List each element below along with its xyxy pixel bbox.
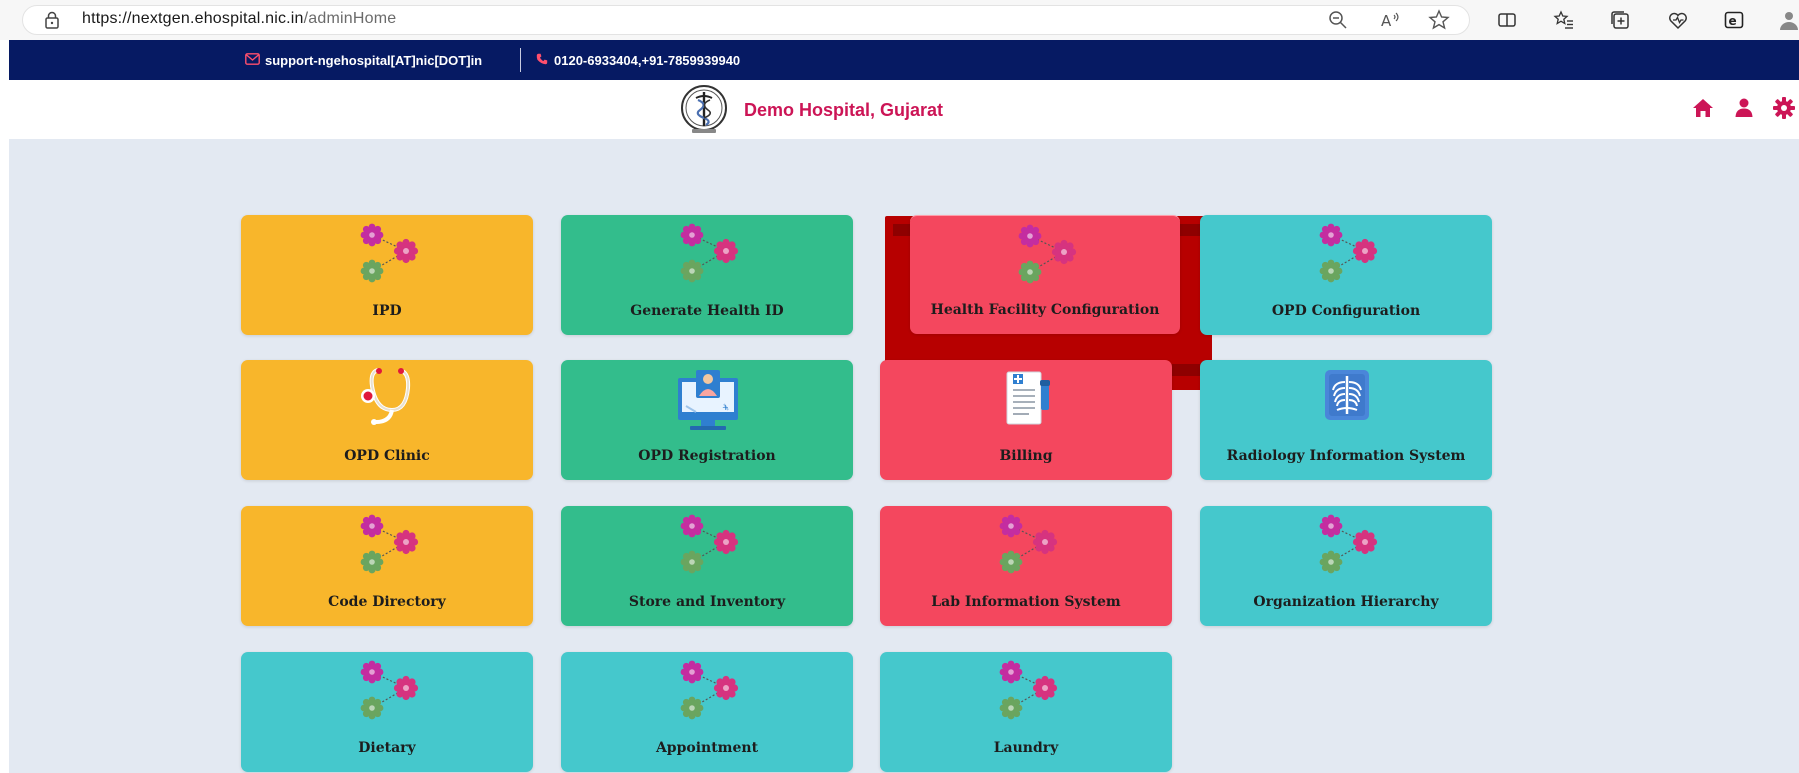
split-screen-icon[interactable]	[1496, 9, 1518, 31]
support-phone-text: 0120-6933404,+91-7859939940	[554, 53, 741, 68]
module-tile-opd-registration[interactable]: + OPD Registration	[561, 360, 853, 480]
address-url[interactable]: https://nextgen.ehospital.nic.in/adminHo…	[82, 10, 396, 28]
gears-icon	[672, 221, 744, 289]
module-tile-label: Code Directory	[328, 594, 446, 610]
module-tile-lab-information-system[interactable]: Lab Information System	[880, 506, 1172, 626]
module-tile-opd-clinic[interactable]: OPD Clinic	[241, 360, 533, 480]
ie-mode-icon[interactable]: e	[1723, 9, 1745, 31]
module-tile-laundry[interactable]: Laundry	[880, 652, 1172, 772]
module-tile-store-and-inventory[interactable]: Store and Inventory	[561, 506, 853, 626]
envelope-icon	[245, 53, 260, 68]
lock-icon[interactable]	[44, 11, 60, 29]
phone-icon	[536, 53, 548, 68]
module-tile-code-directory[interactable]: Code Directory	[241, 506, 533, 626]
svg-text:e: e	[1729, 14, 1737, 28]
home-icon[interactable]	[1691, 96, 1715, 120]
url-path: /adminHome	[303, 10, 397, 27]
gears-icon	[1311, 221, 1383, 289]
module-tile-generate-health-id[interactable]: Generate Health ID	[561, 215, 853, 335]
module-tile-label: OPD Registration	[638, 448, 776, 464]
module-tile-label: Lab Information System	[931, 594, 1121, 610]
read-aloud-icon[interactable]: A	[1379, 9, 1401, 31]
gears-icon	[672, 658, 744, 726]
settings-gear-icon[interactable]	[1772, 96, 1796, 120]
module-tile-label: Organization Hierarchy	[1253, 594, 1439, 610]
module-tile-label: Store and Inventory	[628, 594, 786, 610]
module-tile-label: Radiology Information System	[1226, 448, 1466, 464]
module-grid: IPD Generate Health ID Health Facility Con…	[9, 139, 1799, 773]
module-tile-organization-hierarchy[interactable]: Organization Hierarchy	[1200, 506, 1492, 626]
profile-avatar-icon[interactable]	[1778, 9, 1799, 31]
hospital-header: Demo Hospital, Gujarat	[9, 80, 1799, 139]
module-tile-label: IPD	[372, 303, 402, 319]
svg-text:+: +	[722, 403, 729, 412]
hospital-emblem-logo	[678, 84, 730, 136]
gears-icon	[672, 512, 744, 580]
gears-icon	[1311, 512, 1383, 580]
module-tile-label: Health Facility Configuration	[930, 302, 1160, 318]
module-tile-label: Billing	[999, 448, 1053, 464]
module-tile-opd-configuration[interactable]: OPD Configuration	[1200, 215, 1492, 335]
page: support-ngehospital[AT]nic[DOT]in 0120-6…	[9, 40, 1799, 773]
collections-icon[interactable]	[1609, 9, 1631, 31]
divider	[520, 48, 521, 72]
gears-icon	[352, 512, 424, 580]
module-tile-label: OPD Clinic	[344, 448, 430, 464]
gears-icon	[352, 658, 424, 726]
gears-icon	[991, 658, 1063, 726]
module-tile-label: Generate Health ID	[630, 303, 784, 319]
module-tile-radiology-information-system[interactable]: Radiology Information System	[1200, 360, 1492, 480]
module-tile-label: Appointment	[655, 740, 759, 756]
module-tile-billing[interactable]: Billing	[880, 360, 1172, 480]
svg-text:A: A	[1381, 12, 1392, 30]
url-host: https://nextgen.ehospital.nic.in	[82, 10, 304, 27]
support-phone[interactable]: 0120-6933404,+91-7859939940	[536, 53, 740, 68]
module-tile-health-facility-configuration[interactable]: Health Facility Configuration	[910, 215, 1180, 334]
contact-bar: support-ngehospital[AT]nic[DOT]in 0120-6…	[9, 40, 1799, 80]
browser-essentials-icon[interactable]	[1667, 9, 1689, 31]
support-email[interactable]: support-ngehospital[AT]nic[DOT]in	[245, 53, 482, 68]
favorite-star-icon[interactable]	[1428, 9, 1450, 31]
zoom-out-icon[interactable]	[1327, 9, 1349, 31]
module-tile-ipd[interactable]: IPD	[241, 215, 533, 335]
gears-icon	[1010, 222, 1082, 290]
gears-icon	[991, 512, 1063, 580]
user-icon[interactable]	[1732, 96, 1756, 120]
stethoscope-icon	[352, 366, 424, 434]
xray-icon	[1311, 366, 1383, 434]
module-tile-label: Laundry	[993, 740, 1059, 756]
support-email-text: support-ngehospital[AT]nic[DOT]in	[265, 53, 483, 68]
computer-user-icon: +	[672, 366, 744, 434]
hospital-name: Demo Hospital, Gujarat	[744, 100, 944, 120]
bill-icon	[991, 366, 1063, 434]
browser-toolbar: https://nextgen.ehospital.nic.in/adminHo…	[0, 0, 1799, 40]
module-tile-label: Dietary	[358, 740, 416, 756]
module-tile-appointment[interactable]: Appointment	[561, 652, 853, 772]
favorites-list-icon[interactable]	[1553, 9, 1575, 31]
module-tile-label: OPD Configuration	[1271, 303, 1421, 319]
module-tile-dietary[interactable]: Dietary	[241, 652, 533, 772]
gears-icon	[352, 221, 424, 289]
